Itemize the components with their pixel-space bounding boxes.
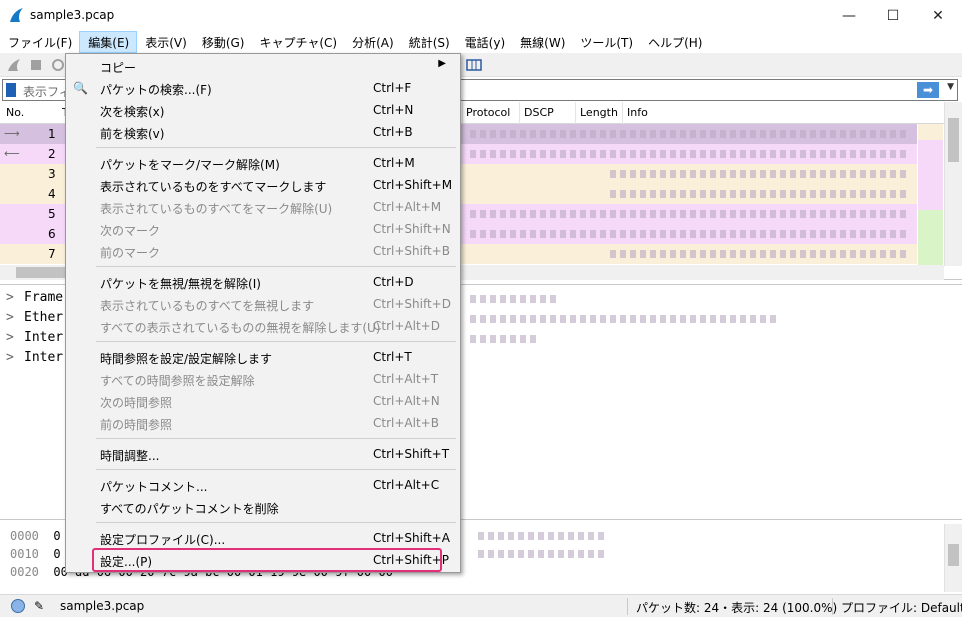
window-title: sample3.pcap: [30, 8, 115, 22]
restart-capture-icon[interactable]: [50, 57, 66, 73]
menu-edit[interactable]: 編集(E): [79, 31, 138, 53]
edit-menu-dropdown: コピー ▶ 🔍 パケットの検索...(F) Ctrl+F 次を検索(x) Ctrl+N …: [65, 53, 461, 573]
resize-columns-icon[interactable]: [466, 57, 482, 73]
menu-telephony[interactable]: 電話(y): [457, 31, 512, 53]
menu-item-configuration-profiles[interactable]: 設定プロファイル(C)... Ctrl+Shift+A: [66, 527, 460, 549]
title-bar: sample3.pcap — ☐ ✕: [0, 0, 962, 31]
menu-item-copy[interactable]: コピー ▶: [66, 55, 460, 77]
stop-capture-icon[interactable]: [28, 57, 44, 73]
menu-item-next-mark: 次のマーク Ctrl+Shift+N: [100, 222, 451, 238]
column-header-info[interactable]: Info: [627, 106, 648, 119]
column-header-dscp[interactable]: DSCP: [524, 106, 554, 119]
column-header-protocol[interactable]: Protocol: [466, 106, 510, 119]
close-button[interactable]: ✕: [915, 0, 961, 31]
status-packet-count: パケット数: 24・表示: 24 (100.0%): [636, 601, 838, 615]
bookmark-icon[interactable]: [6, 83, 16, 97]
menu-item-time-shift[interactable]: 時間調整... Ctrl+Shift+T: [66, 443, 460, 465]
menu-wireless[interactable]: 無線(W): [512, 31, 572, 53]
filter-history-dropdown[interactable]: ▼: [947, 82, 954, 92]
menu-analyze[interactable]: 分析(A): [344, 31, 401, 53]
status-bar: ✎ sample3.pcap パケット数: 24・表示: 24 (100.0%)…: [0, 594, 962, 617]
menu-separator: [96, 469, 456, 470]
menu-item-mark-all-displayed[interactable]: 表示されているものをすべてマークします Ctrl+Shift+M: [66, 174, 460, 196]
bytes-vertical-scrollbar[interactable]: [944, 524, 962, 592]
tree-item-ethernet[interactable]: > Ether: [6, 310, 63, 325]
status-profile[interactable]: プロファイル: Default: [841, 599, 962, 616]
menu-bar: ファイル(F) 編集(E) 表示(V) 移動(G) キャプチャ(C) 分析(A)…: [0, 31, 962, 53]
menu-item-delete-all-comments[interactable]: すべてのパケットコメントを削除: [66, 496, 460, 518]
tree-item-frame[interactable]: > Frame: [6, 290, 63, 305]
menu-item-find-previous[interactable]: 前を検索(v) Ctrl+B: [66, 121, 460, 143]
tree-item-internet-1[interactable]: > Inter: [6, 330, 63, 345]
packet-minimap[interactable]: [918, 124, 943, 268]
menu-go[interactable]: 移動(G): [194, 31, 252, 53]
menu-item-unset-all-time-references: すべての時間参照を設定解除 Ctrl+Alt+T: [100, 372, 439, 388]
menu-item-set-time-reference[interactable]: 時間参照を設定/設定解除します Ctrl+T: [66, 346, 460, 368]
menu-separator: [96, 438, 456, 439]
capture-comment-icon[interactable]: ✎: [34, 599, 44, 613]
conversation-arrow-icon: ⟵: [4, 147, 20, 160]
minimize-button[interactable]: —: [826, 0, 872, 31]
apply-filter-button[interactable]: ➡: [917, 82, 939, 98]
menu-item-ignore-all-displayed: 表示されているものすべてを無視します Ctrl+Shift+D: [100, 297, 451, 313]
menu-item-packet-comment[interactable]: パケットコメント... Ctrl+Alt+C: [66, 474, 460, 496]
submenu-arrow-icon: ▶: [438, 58, 446, 69]
menu-item-find-packet[interactable]: 🔍 パケットの検索...(F) Ctrl+F: [66, 77, 460, 99]
menu-help[interactable]: ヘルプ(H): [640, 31, 709, 53]
menu-separator: [96, 266, 456, 267]
start-capture-icon[interactable]: [6, 57, 22, 73]
bytes-row: 0000 0: [10, 529, 61, 543]
menu-item-previous-mark: 前のマーク Ctrl+Shift+B: [100, 244, 450, 260]
packet-list-vertical-scrollbar[interactable]: [944, 102, 962, 266]
menu-item-mark-packet[interactable]: パケットをマーク/マーク解除(M) Ctrl+M: [66, 152, 460, 174]
menu-item-unignore-all-displayed: すべての表示されているものの無視を解除します(U) Ctrl+Alt+D: [100, 319, 440, 335]
menu-separator: [96, 341, 456, 342]
wireshark-logo-icon: [10, 8, 23, 22]
menu-separator: [96, 522, 456, 523]
conversation-arrow-icon: ⟶: [4, 127, 20, 140]
maximize-button[interactable]: ☐: [870, 0, 916, 31]
menu-item-find-next[interactable]: 次を検索(x) Ctrl+N: [66, 99, 460, 121]
menu-item-ignore-packet[interactable]: パケットを無視/無視を解除(I) Ctrl+D: [66, 271, 460, 293]
menu-item-next-time-reference: 次の時間参照 Ctrl+Alt+N: [100, 394, 440, 410]
menu-view[interactable]: 表示(V): [137, 31, 194, 53]
bytes-row: 0010 0: [10, 547, 61, 561]
menu-item-previous-time-reference: 前の時間参照 Ctrl+Alt+B: [100, 416, 439, 432]
menu-file[interactable]: ファイル(F): [0, 31, 79, 53]
display-filter-input[interactable]: 表示フィ: [23, 83, 71, 100]
expert-info-icon[interactable]: [11, 599, 25, 613]
search-icon: 🔍: [73, 81, 88, 95]
menu-tools[interactable]: ツール(T): [572, 31, 640, 53]
column-header-length[interactable]: Length: [580, 106, 618, 119]
menu-separator: [96, 147, 456, 148]
menu-statistics[interactable]: 統計(S): [401, 31, 457, 53]
menu-item-unmark-all-displayed: 表示されているものすべてをマーク解除(U) Ctrl+Alt+M: [100, 200, 442, 216]
preferences-highlight-box: [92, 548, 442, 572]
column-header-no[interactable]: No.: [6, 106, 24, 119]
status-file-name: sample3.pcap: [60, 599, 145, 613]
menu-capture[interactable]: キャプチャ(C): [251, 31, 344, 53]
tree-item-internet-2[interactable]: > Inter: [6, 350, 63, 365]
